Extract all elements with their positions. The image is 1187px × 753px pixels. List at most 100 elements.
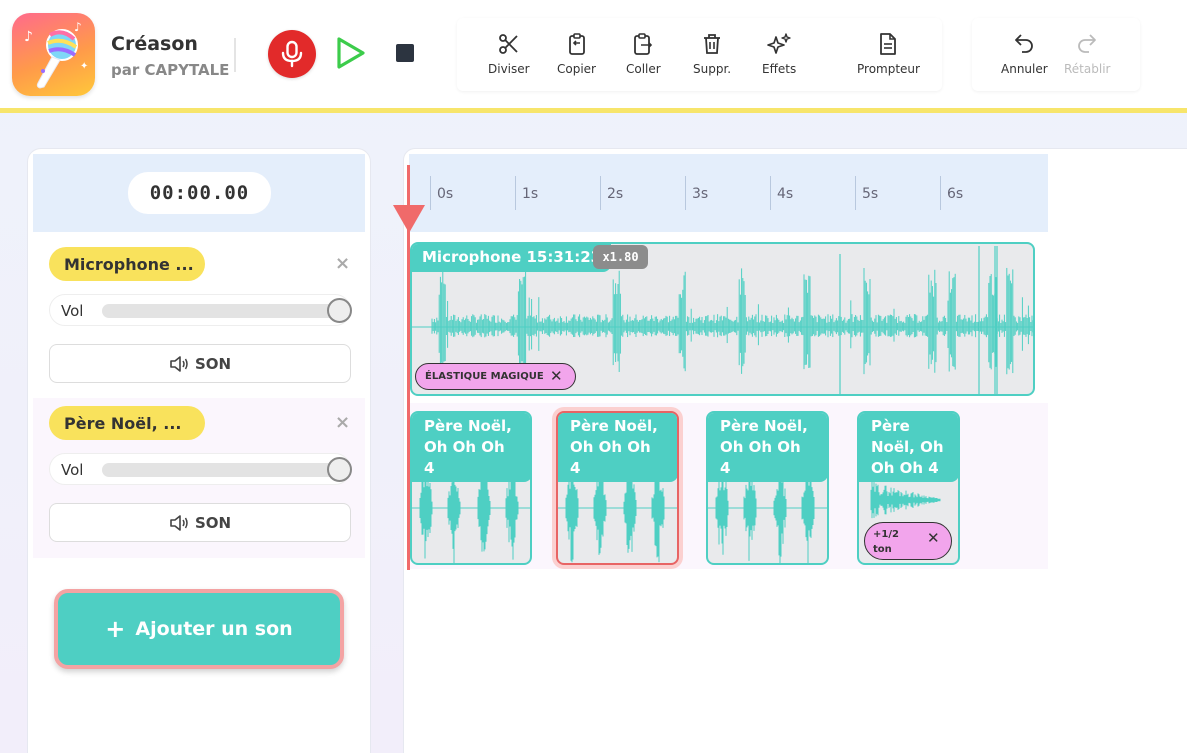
audio-clip-pere-noel[interactable]: Père Noël, Oh Oh Oh 4 <box>706 411 829 565</box>
svg-text:✦: ✦ <box>80 61 88 72</box>
sparkles-icon <box>767 33 791 54</box>
prompter-label: Prompteur <box>857 62 920 76</box>
track-control-pere-noel: Père Noël, ... × Vol SON <box>33 398 365 558</box>
stop-icon <box>396 44 414 62</box>
clip-label: Père Noël, Oh Oh Oh 4 <box>708 413 827 482</box>
redo-label: Rétablir <box>1064 62 1111 76</box>
timer-display: 00:00.00 <box>128 172 271 214</box>
effect-tag-elastique[interactable]: ÉLASTIQUE MAGIQUE ✕ <box>415 363 576 390</box>
remove-effect-button[interactable]: ✕ <box>550 367 563 385</box>
delete-label: Suppr. <box>693 62 732 76</box>
clip-label-line: Oh Oh 4 <box>871 459 939 477</box>
trash-icon <box>704 34 721 54</box>
remove-effect-button[interactable]: ✕ <box>927 531 940 546</box>
track-name-label[interactable]: Microphone ... <box>49 247 205 281</box>
ruler-tick-label: 4s <box>777 186 794 202</box>
clip-label-line: Oh Oh Oh 4 <box>570 438 651 477</box>
app-title: Créason <box>111 33 198 55</box>
volume-slider[interactable]: Vol <box>49 294 352 326</box>
app-subtitle: par CAPYTALE <box>111 61 230 79</box>
volume-knob[interactable] <box>327 298 352 323</box>
ruler-tick-label: 6s <box>947 186 964 202</box>
edit-toolbar: Diviser Copier Coller Suppr. Effets Prom… <box>457 18 942 91</box>
ruler-tick-label: 3s <box>692 186 709 202</box>
copy-button[interactable]: Copier <box>557 32 596 82</box>
play-button[interactable] <box>322 25 378 81</box>
app-logo: ♪ ♪ ✦ <box>12 13 95 96</box>
ruler-tick <box>515 176 516 210</box>
audio-clip-pere-noel-selected[interactable]: Père Noël, Oh Oh Oh 4 <box>556 411 679 565</box>
svg-text:♪: ♪ <box>74 20 82 34</box>
volume-track[interactable] <box>102 304 340 318</box>
tracks-panel: 00:00.00 Microphone ... × Vol SON Père N… <box>27 148 371 753</box>
effects-button[interactable]: Effets <box>762 32 796 82</box>
speaker-icon <box>170 355 188 372</box>
redo-button[interactable]: Rétablir <box>1064 32 1110 82</box>
ruler-tick-label: 5s <box>862 186 879 202</box>
volume-knob[interactable] <box>327 457 352 482</box>
redo-icon <box>1078 34 1097 53</box>
track-control-microphone: Microphone ... × Vol SON <box>33 239 365 399</box>
play-icon <box>337 37 365 69</box>
undo-button[interactable]: Annuler <box>1001 32 1048 82</box>
clip-label: Père Noël, Oh Oh Oh 4 <box>412 413 530 482</box>
clip-label: Père Noël, Oh Oh Oh 4 <box>859 413 958 482</box>
clip-label-line: Père Noël, <box>570 417 658 435</box>
sound-button-label: SON <box>194 513 232 532</box>
timeline-panel: 0s 1s 2s 3s 4s 5s 6s Microphone 15:31:23… <box>403 148 1187 753</box>
clip-label-line: Père Noël, <box>424 417 512 435</box>
speed-badge: x1.80 <box>593 245 648 269</box>
effect-label: ÉLASTIQUE MAGIQUE <box>425 371 544 382</box>
add-sound-label: Ajouter un son <box>135 618 293 640</box>
sound-button-label: SON <box>194 354 232 373</box>
playhead-handle[interactable] <box>393 205 425 233</box>
split-button[interactable]: Diviser <box>488 32 530 82</box>
ruler-tick-label: 1s <box>522 186 539 202</box>
clip-label-line: Oh Oh Oh 4 <box>720 438 801 477</box>
timer-area: 00:00.00 <box>33 154 365 232</box>
ruler-tick-label: 2s <box>607 186 624 202</box>
volume-label: Vol <box>61 461 84 479</box>
time-ruler[interactable]: 0s 1s 2s 3s 4s 5s 6s <box>409 154 1048 232</box>
undo-icon <box>1015 34 1034 53</box>
clip-label: Microphone 15:31:23 <box>412 244 612 272</box>
copy-label: Copier <box>557 62 596 76</box>
ruler-tick <box>855 176 856 210</box>
clip-label-line: Père Noël, <box>720 417 808 435</box>
paste-label: Coller <box>626 62 661 76</box>
clip-label-line: Oh Oh Oh 4 <box>424 438 505 477</box>
remove-track-button[interactable]: × <box>335 253 350 274</box>
volume-track[interactable] <box>102 463 340 477</box>
ruler-tick <box>770 176 771 210</box>
clip-label-line: Noël, Oh <box>871 438 944 456</box>
remove-track-button[interactable]: × <box>335 412 350 433</box>
ruler-tick <box>430 176 431 210</box>
record-button[interactable] <box>268 30 316 78</box>
clip-label-line: Père <box>871 417 910 435</box>
stop-button[interactable] <box>383 31 427 75</box>
undo-label: Annuler <box>1001 62 1048 76</box>
plus-icon: + <box>105 615 126 643</box>
speaker-icon <box>170 514 188 531</box>
svg-text:♪: ♪ <box>24 29 33 45</box>
effects-label: Effets <box>762 62 797 76</box>
sound-button[interactable]: SON <box>49 503 351 542</box>
volume-slider[interactable]: Vol <box>49 453 352 485</box>
audio-clip-pere-noel[interactable]: Père Noël, Oh Oh Oh 4 <box>410 411 532 565</box>
app-header: ♪ ♪ ✦ Créason par CAPYTALE Diviser Copie… <box>0 0 1187 113</box>
ruler-tick-label: 0s <box>437 186 454 202</box>
copy-icon <box>568 33 585 55</box>
prompter-button[interactable]: Prompteur <box>857 32 920 82</box>
audio-clip-pere-noel-pitched[interactable]: Père Noël, Oh Oh Oh 4 +1/2 ton ✕ <box>857 411 960 565</box>
ruler-tick <box>940 176 941 210</box>
effect-tag-pitch[interactable]: +1/2 ton ✕ <box>864 522 952 560</box>
paste-button[interactable]: Coller <box>626 32 661 82</box>
clip-label: Père Noël, Oh Oh Oh 4 <box>558 413 677 482</box>
track-name-label[interactable]: Père Noël, ... <box>49 406 205 440</box>
scissors-icon <box>498 34 518 54</box>
add-sound-button[interactable]: + Ajouter un son <box>54 589 344 669</box>
delete-button[interactable]: Suppr. <box>693 32 731 82</box>
split-label: Diviser <box>488 62 530 76</box>
document-icon <box>880 33 897 55</box>
sound-button[interactable]: SON <box>49 344 351 383</box>
